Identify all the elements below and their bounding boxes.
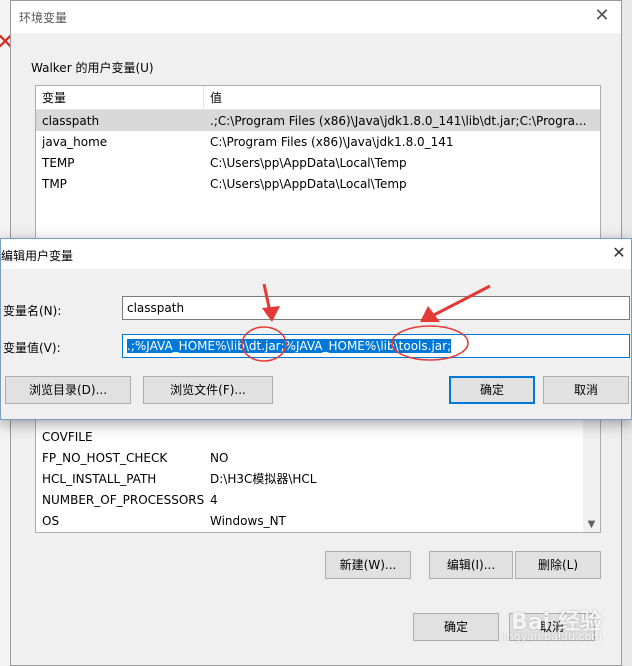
ok-button[interactable]: 确定 <box>413 613 499 641</box>
ok-button[interactable]: 确定 <box>449 376 535 404</box>
chevron-down-icon[interactable]: ▼ <box>583 519 600 530</box>
edit-user-variable-dialog: 编辑用户变量 ✕ 变量名(N): classpath 变量值(V): .;%JA… <box>0 238 632 420</box>
table-row[interactable]: TMP C:\Users\pp\AppData\Local\Temp <box>36 173 600 194</box>
window-title: 环境变量 <box>19 11 68 25</box>
window-titlebar: 环境变量 ✕ <box>11 1 621 33</box>
system-variables-list[interactable]: COVFILE FP_NO_HOST_CHECK NO HCL_INSTALL_… <box>35 417 601 533</box>
variable-value: D:\H3C模拟器\HCL <box>210 472 317 486</box>
table-row[interactable]: TEMP C:\Users\pp\AppData\Local\Temp <box>36 152 600 173</box>
variable-name: NUMBER_OF_PROCESSORS <box>42 492 204 507</box>
variable-name-field[interactable]: classpath <box>122 296 630 320</box>
variable-name: COVFILE <box>42 429 93 444</box>
variable-value: C:\Users\pp\AppData\Local\Temp <box>210 176 407 191</box>
variable-value: C:\Users\pp\AppData\Local\Temp <box>210 155 407 170</box>
variable-name: OS <box>42 513 60 528</box>
table-row[interactable]: HCL_INSTALL_PATH D:\H3C模拟器\HCL <box>36 468 584 489</box>
edit-button[interactable]: 编辑(I)... <box>429 551 513 579</box>
table-row[interactable]: COVFILE <box>36 426 584 447</box>
table-row[interactable]: classpath .;C:\Program Files (x86)\Java\… <box>36 110 600 131</box>
variable-value-field[interactable]: .;%JAVA_HOME%\lib\dt.jar;%JAVA_HOME%\lib… <box>122 334 630 358</box>
table-row[interactable]: OS Windows_NT <box>36 510 584 531</box>
watermark-url: jingyan.baidu.com <box>500 630 602 643</box>
table-row[interactable]: FP_NO_HOST_CHECK NO <box>36 447 584 468</box>
variable-name: TMP <box>42 176 67 191</box>
variable-value: .;C:\Program Files (x86)\Java\jdk1.8.0_1… <box>210 113 587 128</box>
browse-directory-button[interactable]: 浏览目录(D)... <box>5 376 131 404</box>
selected-value-text: .;%JAVA_HOME%\lib\dt.jar;%JAVA_HOME%\lib… <box>127 339 452 353</box>
list-header: 变量 值 <box>36 86 600 110</box>
column-header-variable[interactable]: 变量 <box>36 86 204 109</box>
user-variables-list[interactable]: 变量 值 classpath .;C:\Program Files (x86)\… <box>35 85 601 239</box>
variable-name: HCL_INSTALL_PATH <box>42 471 157 486</box>
variable-name: java_home <box>42 134 108 149</box>
variable-name: classpath <box>42 113 100 128</box>
user-variables-group-label: Walker 的用户变量(U) <box>31 61 154 75</box>
variable-value: Windows_NT <box>210 513 286 528</box>
dialog-title: 编辑用户变量 <box>1 249 74 263</box>
delete-button[interactable]: 删除(L) <box>515 551 601 579</box>
variable-name: TEMP <box>42 155 75 170</box>
watermark: Bai 经验 jingyan.baidu.com <box>500 604 602 643</box>
new-button[interactable]: 新建(W)... <box>325 551 411 579</box>
table-row[interactable]: java_home C:\Program Files (x86)\Java\jd… <box>36 131 600 152</box>
browse-file-button[interactable]: 浏览文件(F)... <box>143 376 273 404</box>
close-icon[interactable]: ✕ <box>609 243 629 262</box>
column-header-value[interactable]: 值 <box>204 86 600 109</box>
dialog-titlebar: 编辑用户变量 ✕ <box>1 239 631 269</box>
vertical-scrollbar[interactable]: ▼ <box>583 418 600 532</box>
variable-name: FP_NO_HOST_CHECK <box>42 450 168 465</box>
variable-value: 4 <box>210 492 218 507</box>
cancel-button[interactable]: 取消 <box>543 376 629 404</box>
table-row[interactable]: NUMBER_OF_PROCESSORS 4 <box>36 489 584 510</box>
close-icon[interactable]: ✕ <box>591 5 613 27</box>
variable-name-label: 变量名(N): <box>3 304 62 318</box>
variable-value: C:\Program Files (x86)\Java\jdk1.8.0_141 <box>210 134 454 149</box>
variable-value: NO <box>210 450 229 465</box>
variable-value-label: 变量值(V): <box>3 341 61 355</box>
